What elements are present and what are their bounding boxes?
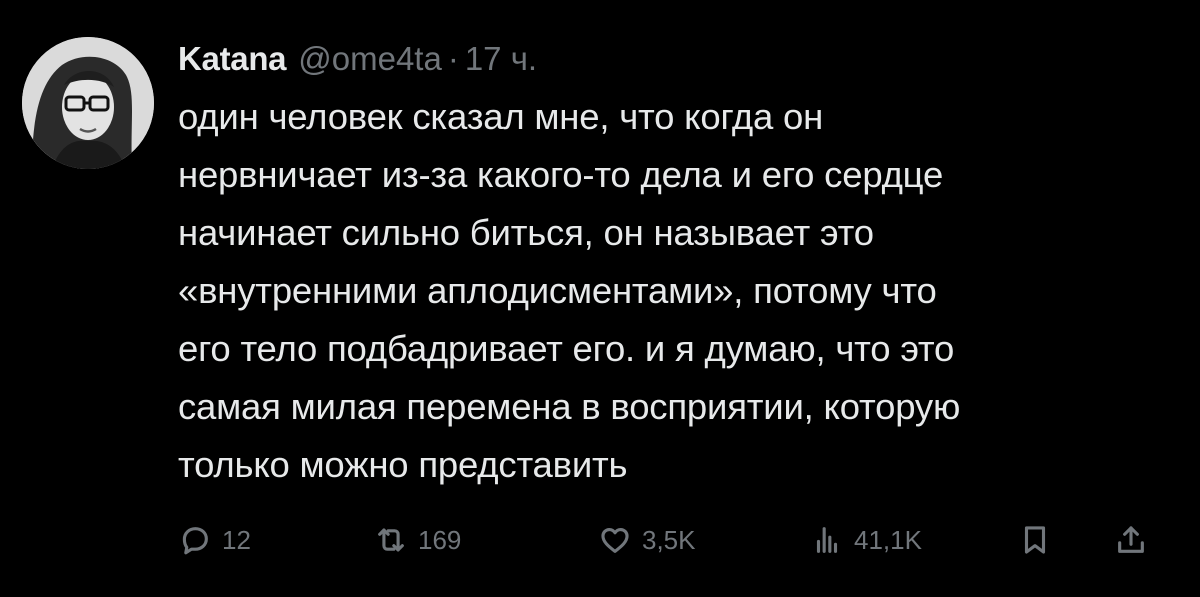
like-count: 3,5K (642, 524, 696, 555)
tweet-text-line: один человек сказал мне, что когда он (178, 96, 824, 137)
retweet-count: 169 (418, 524, 462, 555)
share-upload-icon (1118, 526, 1144, 553)
author-handle[interactable]: @ome4ta (298, 40, 442, 78)
share-button[interactable] (1114, 512, 1148, 568)
separator-dot: · (447, 40, 459, 77)
reply-count: 12 (222, 524, 251, 555)
tweet-text-line: только можно представить (178, 444, 628, 485)
tweet-text-line: «внутренними аплодисментами», потому что (178, 270, 937, 311)
tweet-text: один человек сказал мне, что когда он не… (178, 88, 1168, 494)
bookmark-button[interactable] (1018, 512, 1052, 568)
reply-button[interactable]: 12 (178, 512, 251, 568)
views-count: 41,1K (854, 524, 922, 555)
timestamp[interactable]: 17 ч. (465, 40, 537, 78)
author-name[interactable]: Katana (178, 40, 287, 78)
tweet-card[interactable]: Katana @ome4ta · 17 ч. один человек сказ… (0, 0, 1200, 597)
bookmark-icon (1024, 526, 1046, 554)
tweet-text-line: начинает сильно биться, он называет это (178, 212, 874, 253)
retweet-button[interactable]: 169 (374, 512, 461, 568)
like-button[interactable]: 3,5K (598, 512, 696, 568)
tweet-content: Katana @ome4ta · 17 ч. один человек сказ… (178, 30, 1168, 494)
bar-chart-icon (816, 527, 838, 553)
retweet-arrows-icon (378, 528, 404, 552)
speech-bubble-icon (182, 527, 208, 555)
tweet-text-line: самая милая перемена в восприятии, котор… (178, 386, 961, 427)
tweet-header: Katana @ome4ta · 17 ч. (178, 30, 1168, 88)
action-bar: 12 169 3,5K 41,1K (178, 512, 1168, 568)
tweet-text-line: нервничает из-за какого-то дела и его се… (178, 154, 944, 195)
views-button[interactable]: 41,1K (810, 512, 922, 568)
tweet-text-line: его тело подбадривает его. и я думаю, чт… (178, 328, 955, 369)
avatar[interactable] (22, 37, 154, 169)
heart-icon (601, 527, 629, 553)
avatar-image (22, 37, 154, 169)
